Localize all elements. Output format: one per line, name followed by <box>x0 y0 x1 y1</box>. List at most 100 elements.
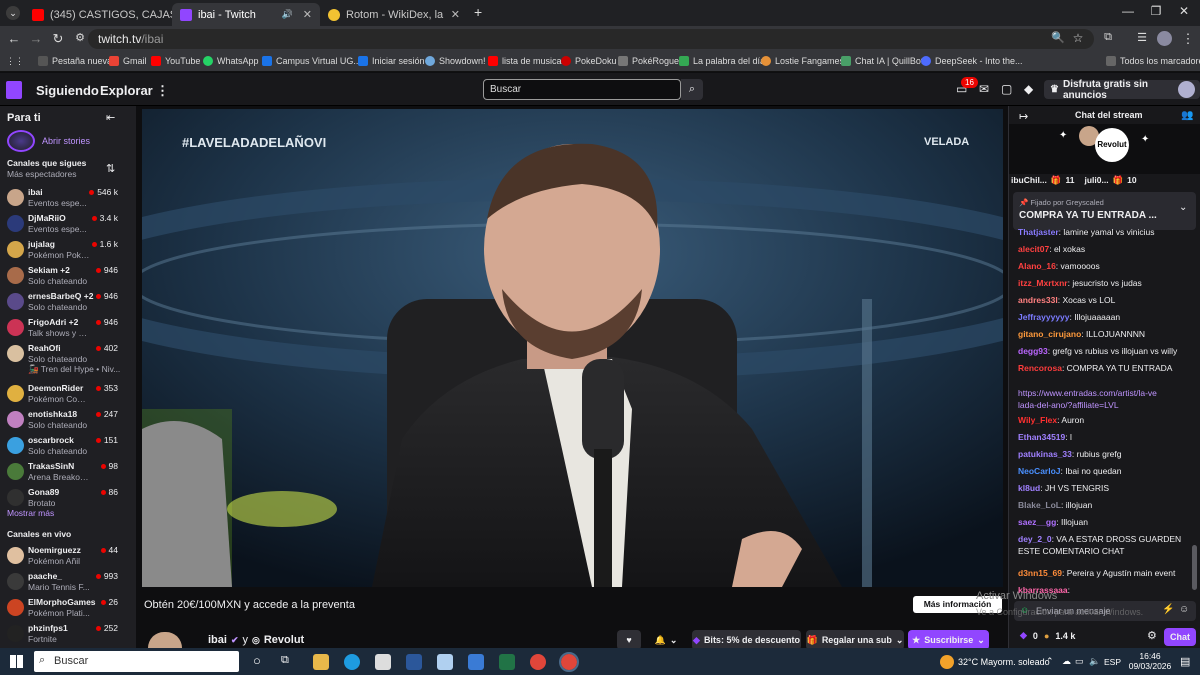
bookmark-pokedoku[interactable]: PokeDoku <box>561 56 617 66</box>
audio-icon[interactable]: 🔊 <box>282 9 293 20</box>
volume-icon[interactable]: 🔈 <box>1089 656 1100 667</box>
sidebar-channel-ibai[interactable]: ibai Eventos espe... 546 k <box>0 186 136 212</box>
media-control-icon[interactable]: ☰ <box>1134 31 1150 44</box>
notifications-icon[interactable]: ▢ <box>1001 82 1012 96</box>
channel-points-row[interactable]: ◆ 0 ● 1.4 k <box>1020 630 1075 641</box>
chat-username[interactable]: Blake_LoL <box>1018 500 1061 510</box>
extensions-icon[interactable]: ⧉ <box>1100 31 1116 44</box>
all-bookmarks[interactable]: Todos los marcadores <box>1106 56 1200 66</box>
chat-username[interactable]: Wily_Flex <box>1018 415 1057 425</box>
chat-username[interactable]: patukinas_33 <box>1018 449 1072 459</box>
chat-username[interactable]: Ethan34519 <box>1018 432 1065 442</box>
onedrive-icon[interactable]: ☁ <box>1062 656 1071 667</box>
browser-tab-wikidex[interactable]: Rotom - WikiDex, la enciclopedia ✕ <box>320 3 468 26</box>
bits-icon[interactable]: ◆ <box>1024 82 1033 96</box>
new-tab-button[interactable]: + <box>474 4 482 20</box>
bookmark-star-icon[interactable]: ☆ <box>1070 31 1086 45</box>
sidebar-channel-ernesbarbeq2[interactable]: ernesBarbeQ +2 Solo chateando 946 <box>0 290 136 316</box>
tab-search-icon[interactable]: ⌄ <box>6 6 20 20</box>
cortana-icon[interactable]: ○ <box>253 653 261 668</box>
bookmark-new-tab[interactable]: Pestaña nueva <box>38 56 112 66</box>
chat-username[interactable]: andres33l <box>1018 295 1058 305</box>
nav-more-icon[interactable]: ⋮ <box>156 83 169 99</box>
browser-tab-youtube[interactable]: (345) CASTIGOS, CAJAS GALÁC ✕ <box>24 3 172 26</box>
bookmark-music[interactable]: lista de musica <box>488 56 562 66</box>
bookmark-word-of-day[interactable]: La palabra del día <box>679 56 765 66</box>
bookmark-youtube[interactable]: YouTube <box>151 56 200 66</box>
chat-username[interactable]: gitano_cirujano <box>1018 329 1081 339</box>
chat-username[interactable]: Thatjaster <box>1018 227 1059 237</box>
emote-picker-icon[interactable]: ☺ <box>1179 604 1189 615</box>
nav-following[interactable]: Siguiendo <box>36 83 99 98</box>
chat-username[interactable]: Jeffrayyyyyy <box>1018 312 1070 322</box>
profile-avatar[interactable] <box>1157 31 1172 46</box>
streamer-name[interactable]: ibai <box>208 634 227 646</box>
sidebar-channel-sekiam2[interactable]: Sekiam +2 Solo chateando 946 <box>0 264 136 290</box>
whispers-icon[interactable]: ✉ <box>979 82 989 96</box>
excel-icon[interactable] <box>499 654 515 670</box>
sidebar-channel-enotishka18[interactable]: enotishka18 Solo chateando 247 <box>0 408 136 434</box>
chat-username[interactable]: Rencorosa <box>1018 363 1062 373</box>
top-gifter-name[interactable]: juli0... <box>1084 175 1108 186</box>
photos-icon[interactable] <box>468 654 484 670</box>
edge-icon[interactable] <box>344 654 360 670</box>
video-player[interactable]: #LAVELADADELAÑOVI VELADA <box>142 109 1003 587</box>
file-explorer-icon[interactable] <box>313 654 329 670</box>
chevron-down-icon[interactable]: ⌄ <box>1179 202 1187 213</box>
chrome-icon[interactable] <box>530 654 546 670</box>
bookmark-pokerogue[interactable]: PokéRogue <box>618 56 679 66</box>
collapse-chat-icon[interactable]: ↦ <box>1019 110 1028 123</box>
show-more-link[interactable]: Mostrar más <box>7 508 54 518</box>
task-view-icon[interactable]: ⧉ <box>281 654 289 667</box>
chat-username[interactable]: saez__gg <box>1018 517 1056 527</box>
chat-link[interactable]: https://www.entradas.com/artist/la-velad… <box>1018 387 1158 411</box>
search-icon[interactable]: ⌕ <box>681 79 703 100</box>
bookmark-quillbot[interactable]: Chat IA | QuillBot <box>841 56 923 66</box>
zoom-icon[interactable]: 🔍 <box>1050 31 1066 44</box>
chat-users-icon[interactable]: 👥 <box>1181 110 1193 121</box>
chrome-active-icon[interactable] <box>559 652 579 672</box>
sidebar-channel-deemonrider[interactable]: DeemonRider Pokémon Com... 353 <box>0 382 136 408</box>
top-gifter-name[interactable]: ibuChil... <box>1011 175 1047 186</box>
chat-username[interactable]: degg93 <box>1018 346 1048 356</box>
sidebar-channel-paache[interactable]: paache_ Mario Tennis F... 993 <box>0 570 136 596</box>
weather-text[interactable]: 32°C Mayorm. soleado <box>958 657 1050 667</box>
sidebar-channel-jujalag[interactable]: jujalag Pokémon Poko... 1.6 k <box>0 238 136 264</box>
bookmark-campus[interactable]: Campus Virtual UG... <box>262 56 361 66</box>
pinned-message[interactable]: 📌 Fijado por Greyscaled COMPRA YA TU ENT… <box>1013 192 1196 230</box>
chat-username[interactable]: d3nn15_69 <box>1018 568 1062 578</box>
forward-button[interactable]: → <box>28 31 44 46</box>
windows-start-icon[interactable] <box>10 655 23 668</box>
streamer-avatar[interactable] <box>148 632 182 648</box>
sidebar-channel-phzinfps1[interactable]: phzinfps1 Fortnite 252 <box>0 622 136 648</box>
bookmark-showdown[interactable]: Showdown! <box>425 56 486 66</box>
notifications-toggle[interactable]: 🔔 ⌄ <box>648 630 684 650</box>
bookmark-deepseek[interactable]: DeepSeek - Into the... <box>921 56 1023 66</box>
stories-avatar[interactable] <box>7 130 35 152</box>
paint-icon[interactable] <box>437 654 453 670</box>
sidebar-channel-oscarbrock[interactable]: oscarbrock Solo chateando 151 <box>0 434 136 460</box>
sidebar-channel-djmariio[interactable]: DjMaRiiO Eventos espe... 3.4 k <box>0 212 136 238</box>
chat-username[interactable]: Alano_16 <box>1018 261 1056 271</box>
back-button[interactable]: ← <box>6 31 22 46</box>
site-info-icon[interactable]: ⚙ <box>72 31 88 44</box>
partner-name[interactable]: Revolut <box>264 634 304 646</box>
word-icon[interactable] <box>406 654 422 670</box>
search-input[interactable]: Buscar <box>483 79 681 100</box>
tray-chevron-icon[interactable]: ⌃ <box>1046 656 1054 667</box>
ad-free-button[interactable]: ♛ Disfruta gratis sin anuncios <box>1044 79 1200 101</box>
nav-browse[interactable]: Explorar <box>100 83 153 98</box>
sidebar-channel-trakassinn[interactable]: TrakasSinN Arena Breakout... 98 <box>0 460 136 486</box>
chat-send-button[interactable]: Chat <box>1164 628 1196 646</box>
chat-username[interactable]: itzz_Mxrtxnr <box>1018 278 1068 288</box>
bookmark-gmail[interactable]: Gmail <box>109 56 147 66</box>
bits-cheer-icon[interactable]: ⚡ <box>1162 604 1174 615</box>
maximize-button[interactable]: ❐ <box>1146 4 1166 18</box>
network-icon[interactable]: ▭ <box>1075 656 1084 667</box>
close-icon[interactable]: ✕ <box>303 8 312 21</box>
chat-username[interactable]: dey_2_0 <box>1018 534 1052 544</box>
taskbar-search[interactable]: ⌕ Buscar <box>34 651 239 672</box>
browser-tab-twitch[interactable]: ibai - Twitch 🔊 ✕ <box>172 3 320 26</box>
bookmark-whatsapp[interactable]: WhatsApp <box>203 56 259 66</box>
sidebar-channel-frigoadri2[interactable]: FrigoAdri +2 Talk shows y p... 946 <box>0 316 136 342</box>
